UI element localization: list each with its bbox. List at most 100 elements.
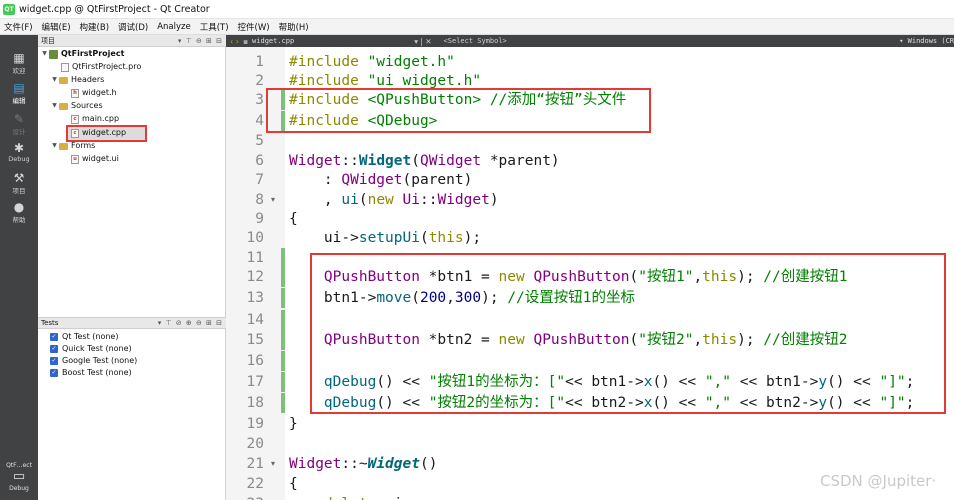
chevron-down-icon[interactable]: ▼ bbox=[50, 140, 59, 152]
checkbox-checked-icon[interactable]: ✓ bbox=[50, 357, 58, 365]
pane-toolbar-icons[interactable]: ▾ ⊤ ⊘ ⊕ ⊖ ⊞ ⊟ bbox=[158, 319, 223, 327]
test-item[interactable]: ✓ Boost Test (none) bbox=[50, 367, 132, 379]
test-item[interactable]: ✓ Qt Test (none) bbox=[50, 331, 118, 343]
change-marker bbox=[281, 351, 285, 371]
tests-list: ✓ Qt Test (none) ✓ Quick Test (none) ✓ Goog… bbox=[38, 329, 226, 500]
code-line: { bbox=[289, 211, 298, 227]
menu-widgets[interactable]: 控件(W) bbox=[234, 21, 275, 33]
annotation-box-buttons bbox=[310, 253, 946, 414]
watermark: CSDN @Jupiter· bbox=[820, 472, 937, 490]
line-number: 7 bbox=[255, 172, 264, 188]
editor-toolbar: ‹ › ▪ widget.cpp ▾ | ✕ <Select Symbol> ▾… bbox=[226, 35, 954, 47]
line-number: 12 bbox=[246, 269, 264, 285]
close-file-icon[interactable]: ▾ | ✕ bbox=[414, 37, 431, 46]
file-icon bbox=[61, 62, 69, 72]
line-number: 6 bbox=[255, 153, 264, 169]
menu-build[interactable]: 构建(B) bbox=[76, 21, 114, 33]
line-number: 1 bbox=[255, 54, 264, 70]
tree-item-project[interactable]: ▼ QtFirstProject bbox=[40, 48, 124, 60]
code-line: { bbox=[289, 476, 298, 492]
line-number: 13 bbox=[246, 290, 264, 306]
kit-name: QtF…ect bbox=[6, 462, 32, 469]
tree-item-widget-cpp[interactable]: c widget.cpp bbox=[71, 127, 126, 139]
tree-item-widget-ui[interactable]: u widget.ui bbox=[71, 153, 119, 165]
tree-item-sources[interactable]: ▼ Sources bbox=[50, 100, 102, 112]
tests-pane-header: Tests ▾ ⊤ ⊘ ⊕ ⊖ ⊞ ⊟ bbox=[38, 317, 226, 329]
change-marker bbox=[281, 267, 285, 287]
tree-item-headers[interactable]: ▼ Headers bbox=[50, 74, 104, 86]
line-number: 16 bbox=[246, 353, 264, 369]
code-line: Widget::Widget(QWidget *parent) bbox=[289, 153, 560, 169]
mode-projects[interactable]: ⚒ 项目 bbox=[0, 171, 38, 196]
fold-arrow-icon[interactable]: ▾ bbox=[271, 454, 275, 474]
menu-debug[interactable]: 调试(D) bbox=[114, 21, 153, 33]
mode-sidebar: ▦ 欢迎 ▤ 编辑 ✎ 设计 ✱ Debug ⚒ 项目 ● 帮助 QtF…ect… bbox=[0, 35, 38, 500]
cpp-file-icon: c bbox=[71, 128, 79, 138]
tree-item-main-cpp[interactable]: c main.cpp bbox=[71, 113, 119, 125]
change-marker bbox=[281, 372, 285, 392]
line-ending-selector[interactable]: ▾ Windows (CR bbox=[899, 37, 954, 45]
cpp-file-icon: c bbox=[71, 114, 79, 124]
code-line: Widget::~Widget() bbox=[289, 456, 438, 472]
kit-selector[interactable]: QtF…ect ▭ Debug bbox=[0, 462, 38, 492]
menu-analyze[interactable]: Analyze bbox=[153, 22, 196, 32]
mode-welcome[interactable]: ▦ 欢迎 bbox=[0, 51, 38, 76]
line-number: 22 bbox=[246, 476, 264, 492]
pane-toolbar-icons[interactable]: ▾ ⊤ ⊖ ⊞ ⊟ bbox=[178, 37, 223, 45]
annotation-box-includes bbox=[266, 88, 651, 133]
projects-pane-header: 项目 ▾ ⊤ ⊖ ⊞ ⊟ bbox=[38, 35, 226, 47]
line-number: 20 bbox=[246, 436, 264, 452]
mode-debug[interactable]: ✱ Debug bbox=[0, 142, 38, 164]
menu-tools[interactable]: 工具(T) bbox=[196, 21, 234, 33]
grid-icon: ▦ bbox=[13, 51, 25, 65]
menu-edit[interactable]: 编辑(E) bbox=[38, 21, 76, 33]
checkbox-checked-icon[interactable]: ✓ bbox=[50, 345, 58, 353]
document-icon: ▤ bbox=[13, 81, 25, 95]
tree-item-forms[interactable]: ▼ Forms bbox=[50, 140, 95, 152]
mode-design: ✎ 设计 bbox=[0, 112, 38, 137]
folder-icon bbox=[59, 142, 68, 150]
pencil-icon: ✎ bbox=[13, 112, 25, 126]
change-marker bbox=[281, 288, 285, 308]
tree-item-pro-file[interactable]: QtFirstProject.pro bbox=[61, 61, 141, 73]
code-line: delete ui; bbox=[289, 494, 411, 500]
checkbox-checked-icon[interactable]: ✓ bbox=[50, 333, 58, 341]
mode-help[interactable]: ● 帮助 bbox=[0, 200, 38, 225]
kit-mode: Debug bbox=[9, 485, 29, 492]
line-number: 4 bbox=[255, 113, 264, 129]
monitor-icon: ▭ bbox=[12, 469, 26, 484]
symbol-selector[interactable]: <Select Symbol> bbox=[444, 37, 507, 45]
code-line: #include "widget.h" bbox=[289, 54, 455, 70]
code-line: , ui(new Ui::Widget) bbox=[289, 192, 499, 208]
code-line: } bbox=[289, 416, 298, 432]
chevron-down-icon[interactable]: ▼ bbox=[50, 74, 59, 86]
tree-item-widget-h[interactable]: h widget.h bbox=[71, 87, 117, 99]
chevron-down-icon[interactable]: ▼ bbox=[40, 48, 49, 60]
open-file-selector[interactable]: widget.cpp bbox=[248, 37, 294, 45]
line-number: 11 bbox=[246, 250, 264, 266]
line-number: 18 bbox=[246, 395, 264, 411]
test-item[interactable]: ✓ Google Test (none) bbox=[50, 355, 137, 367]
help-icon: ● bbox=[13, 200, 25, 214]
checkbox-checked-icon[interactable]: ✓ bbox=[50, 369, 58, 377]
code-line: : QWidget(parent) bbox=[289, 172, 473, 188]
change-marker bbox=[281, 393, 285, 413]
tests-pane-title: Tests bbox=[41, 319, 59, 327]
nav-back-forward-icons[interactable]: ‹ › bbox=[226, 37, 243, 46]
change-marker bbox=[281, 330, 285, 350]
change-marker bbox=[281, 310, 285, 330]
menu-file[interactable]: 文件(F) bbox=[0, 21, 38, 33]
project-icon bbox=[49, 49, 58, 59]
menu-help[interactable]: 帮助(H) bbox=[275, 21, 314, 33]
line-number: 10 bbox=[246, 230, 264, 246]
fold-arrow-icon[interactable]: ▾ bbox=[271, 190, 275, 210]
mode-edit[interactable]: ▤ 编辑 bbox=[0, 81, 38, 106]
projects-pane-title: 项目 bbox=[41, 36, 55, 45]
change-marker bbox=[281, 248, 285, 268]
test-item[interactable]: ✓ Quick Test (none) bbox=[50, 343, 132, 355]
wrench-icon: ⚒ bbox=[13, 171, 25, 185]
chevron-down-icon[interactable]: ▼ bbox=[50, 100, 59, 112]
line-number: 21 bbox=[246, 456, 264, 472]
line-number: 14 bbox=[246, 312, 264, 328]
folder-icon bbox=[59, 76, 68, 84]
